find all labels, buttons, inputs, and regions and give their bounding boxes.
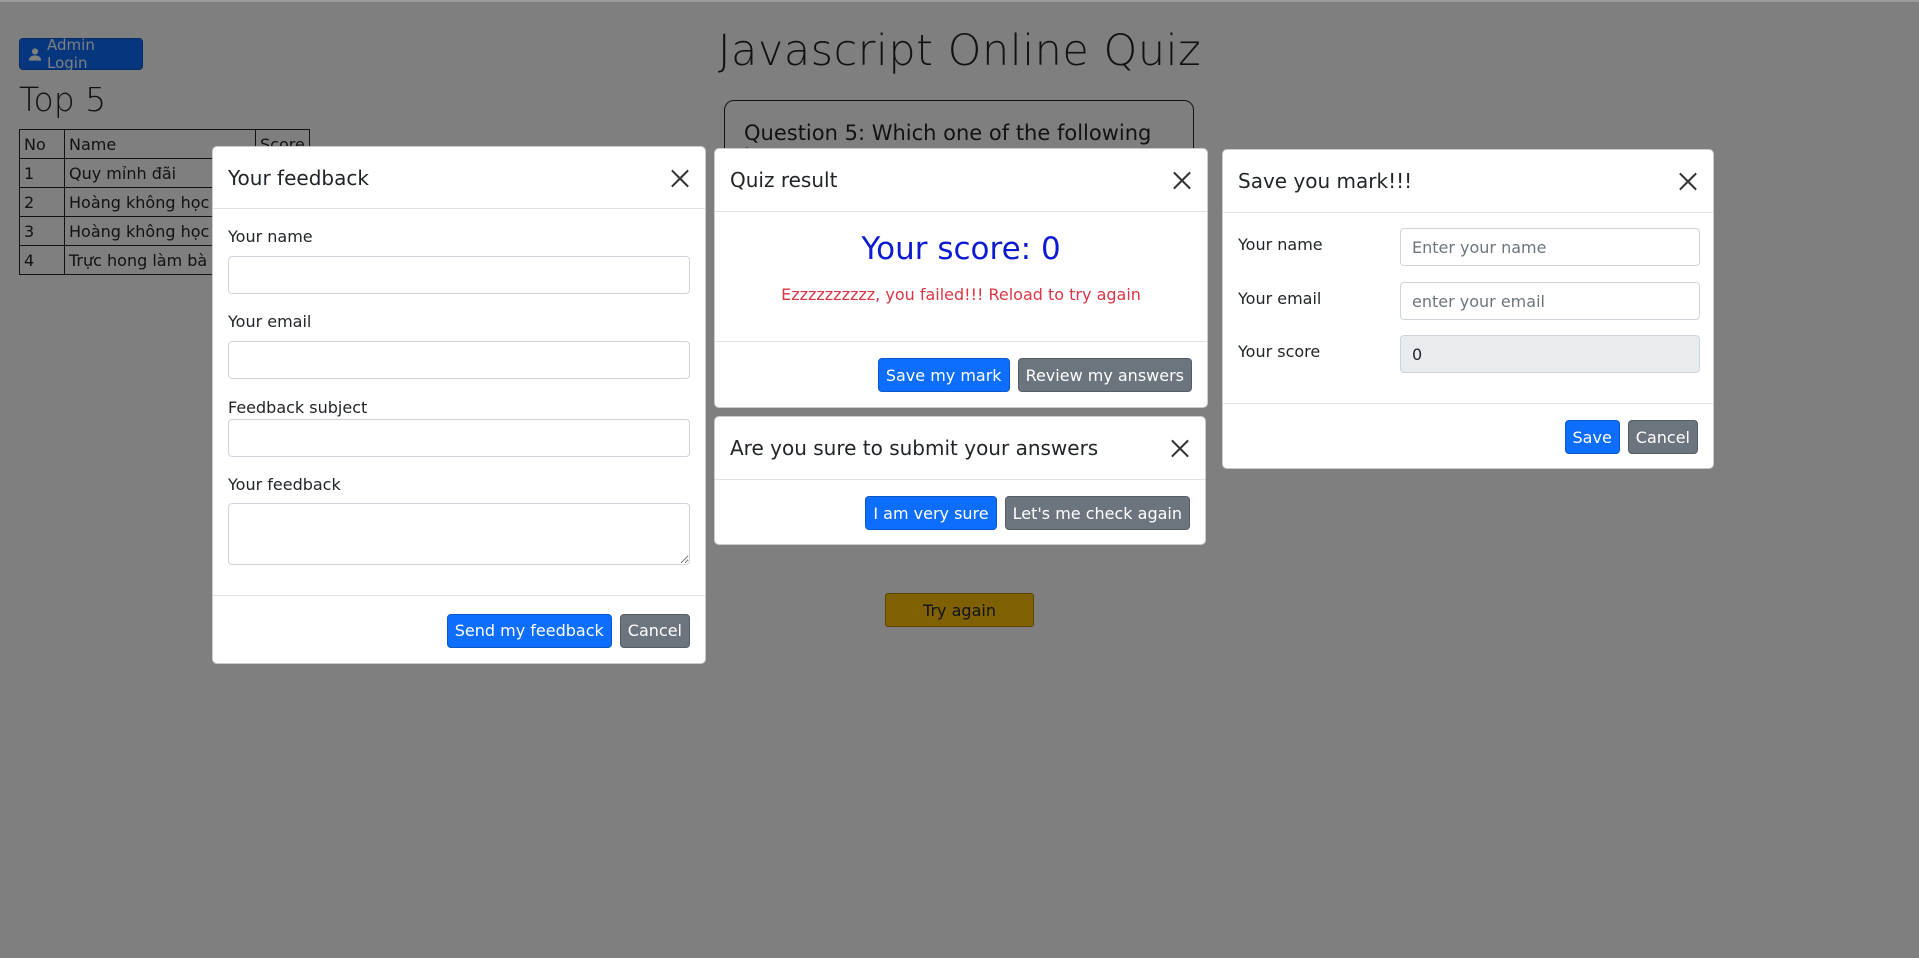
save-button[interactable]: Save [1564, 420, 1620, 454]
send-feedback-button[interactable]: Send my feedback [446, 613, 612, 648]
top-border [0, 0, 1919, 2]
score-text: Your score: 0 [861, 231, 1061, 267]
email-label: Your email [1238, 289, 1322, 308]
close-icon[interactable] [670, 168, 690, 188]
modal-title: Your feedback [228, 165, 369, 190]
save-mark-button[interactable]: Save my mark [877, 358, 1010, 392]
subject-label: Feedback subject [228, 398, 368, 417]
review-answers-button[interactable]: Review my answers [1017, 358, 1192, 392]
modal-header: Save you mark!!! [1223, 150, 1713, 213]
modal-title: Are you sure to submit your answers [730, 436, 1099, 460]
name-input[interactable] [1400, 228, 1700, 266]
feedback-modal: Your feedback Your name Your email Feedb… [212, 146, 706, 664]
cancel-button[interactable]: Cancel [619, 613, 690, 648]
score-input [1400, 335, 1700, 373]
email-input[interactable] [1400, 282, 1700, 320]
check-again-button[interactable]: Let's me check again [1004, 496, 1190, 530]
modal-header: Are you sure to submit your answers [715, 417, 1205, 480]
save-mark-modal: Save you mark!!! Your name Your email Yo… [1222, 149, 1714, 469]
feedback-textarea[interactable] [228, 503, 690, 565]
score-label: Your score [1238, 342, 1321, 361]
modal-title: Save you mark!!! [1238, 169, 1413, 193]
modal-footer: Save my mark Review my answers [715, 341, 1207, 407]
modal-footer: I am very sure Let's me check again [715, 480, 1205, 544]
quiz-result-modal: Quiz result Your score: 0 Ezzzzzzzzzz, y… [714, 148, 1208, 408]
modal-footer: Send my feedback Cancel [213, 595, 705, 663]
modal-footer: Save Cancel [1223, 403, 1713, 468]
email-label: Your email [228, 312, 312, 331]
close-icon[interactable] [1172, 170, 1192, 190]
name-label: Your name [1238, 235, 1323, 254]
close-icon[interactable] [1678, 171, 1698, 191]
name-input[interactable] [228, 256, 690, 294]
email-input[interactable] [228, 341, 690, 379]
modal-title: Quiz result [730, 168, 838, 192]
confirm-submit-modal: Are you sure to submit your answers I am… [714, 416, 1206, 545]
feedback-label: Your feedback [228, 475, 341, 494]
cancel-button[interactable]: Cancel [1627, 420, 1698, 454]
modal-header: Your feedback [213, 147, 705, 209]
close-icon[interactable] [1170, 438, 1190, 458]
name-label: Your name [228, 227, 313, 246]
fail-message: Ezzzzzzzzzz, you failed!!! Reload to try… [781, 285, 1141, 304]
confirm-submit-button[interactable]: I am very sure [865, 496, 997, 530]
subject-input[interactable] [228, 419, 690, 457]
modal-header: Quiz result [715, 149, 1207, 212]
